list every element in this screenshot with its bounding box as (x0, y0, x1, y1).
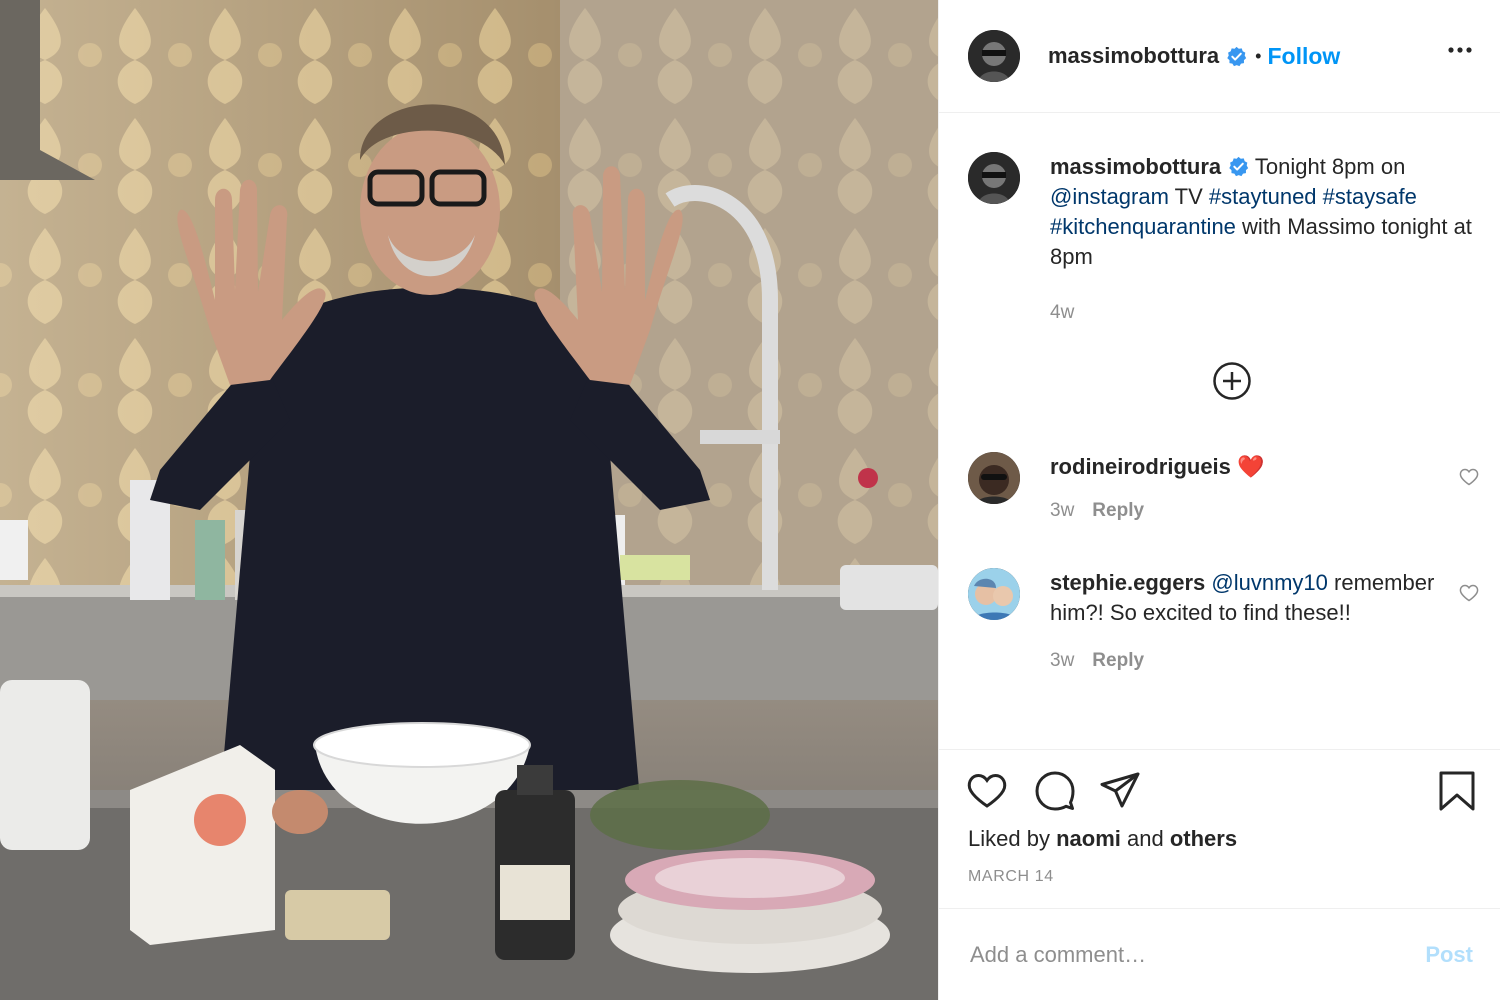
follow-button[interactable]: Follow (1267, 43, 1340, 70)
post-actions: Liked by naomi and others MARCH 14 (939, 749, 1500, 909)
reply-button[interactable]: Reply (1092, 500, 1144, 521)
header-separator: • (1255, 45, 1262, 66)
heart-icon[interactable] (1459, 467, 1479, 487)
comment-item: rodineirodrigueis ❤️ 3w Reply (968, 452, 1479, 522)
liked-by-user[interactable]: naomi (1056, 826, 1121, 851)
kitchen-scene (0, 0, 938, 1000)
comment-username[interactable]: rodineirodrigueis (1050, 454, 1231, 479)
caption-text-before: Tonight 8pm on (1254, 154, 1406, 179)
comment-text: stephie.eggers @luvnmy10 remember him?! … (1050, 568, 1478, 628)
instagram-post: massimobottura • Follow massimobottura T… (0, 0, 1500, 1000)
comment-text: rodineirodrigueis ❤️ (1050, 452, 1478, 482)
share-icon[interactable] (1099, 770, 1141, 812)
comment-item: stephie.eggers @luvnmy10 remember him?! … (968, 568, 1479, 672)
caption: massimobottura Tonight 8pm on @instagram… (968, 152, 1478, 324)
reply-button[interactable]: Reply (1092, 650, 1144, 671)
post-header: massimobottura • Follow (939, 0, 1500, 113)
caption-text: massimobottura Tonight 8pm on @instagram… (1050, 152, 1478, 272)
caption-text-mid: TV (1174, 184, 1203, 209)
comment-meta: 3w Reply (1050, 650, 1478, 672)
hashtag-link[interactable]: #staytuned (1209, 184, 1317, 209)
comments-section[interactable]: massimobottura Tonight 8pm on @instagram… (939, 114, 1500, 748)
comment-input[interactable] (968, 940, 1392, 969)
comment-icon[interactable] (1034, 770, 1076, 812)
commenter-avatar[interactable] (968, 568, 1020, 620)
post-photo[interactable] (0, 0, 938, 1000)
comment-meta: 3w Reply (1050, 500, 1478, 522)
hashtag-link[interactable]: #kitchenquarantine (1050, 214, 1236, 239)
author-avatar[interactable] (968, 30, 1020, 82)
more-options-icon[interactable] (1447, 40, 1473, 60)
post-side-panel: massimobottura • Follow massimobottura T… (938, 0, 1500, 1000)
likes-conjunction: and (1127, 826, 1164, 851)
verified-badge-icon (1229, 156, 1249, 177)
load-more-plus-icon[interactable] (1212, 361, 1252, 401)
verified-badge-icon (1227, 46, 1247, 66)
likes-others[interactable]: others (1170, 826, 1237, 851)
caption-username[interactable]: massimobottura (1050, 154, 1221, 179)
caption-meta: 4w (1050, 302, 1478, 324)
author-username[interactable]: massimobottura (1048, 43, 1219, 69)
comment-age[interactable]: 3w (1050, 500, 1074, 521)
commenter-avatar[interactable] (968, 452, 1020, 504)
likes-prefix: Liked by (968, 826, 1050, 851)
add-comment-bar: Post (939, 908, 1500, 1000)
bookmark-icon[interactable] (1436, 770, 1478, 812)
comment-username[interactable]: stephie.eggers (1050, 570, 1205, 595)
likes-summary[interactable]: Liked by naomi and others (968, 826, 1237, 852)
caption-age[interactable]: 4w (1050, 302, 1074, 323)
heart-icon[interactable] (966, 770, 1008, 812)
comment-body: ❤️ (1237, 454, 1265, 479)
hashtag-link[interactable]: #staysafe (1323, 184, 1417, 209)
post-date[interactable]: MARCH 14 (968, 868, 1054, 886)
caption-mention[interactable]: @instagram (1050, 184, 1169, 209)
heart-icon[interactable] (1459, 583, 1479, 603)
caption-author-avatar[interactable] (968, 152, 1020, 204)
post-comment-button[interactable]: Post (1425, 942, 1473, 968)
comment-age[interactable]: 3w (1050, 650, 1074, 671)
comment-mention[interactable]: @luvnmy10 (1211, 570, 1328, 595)
